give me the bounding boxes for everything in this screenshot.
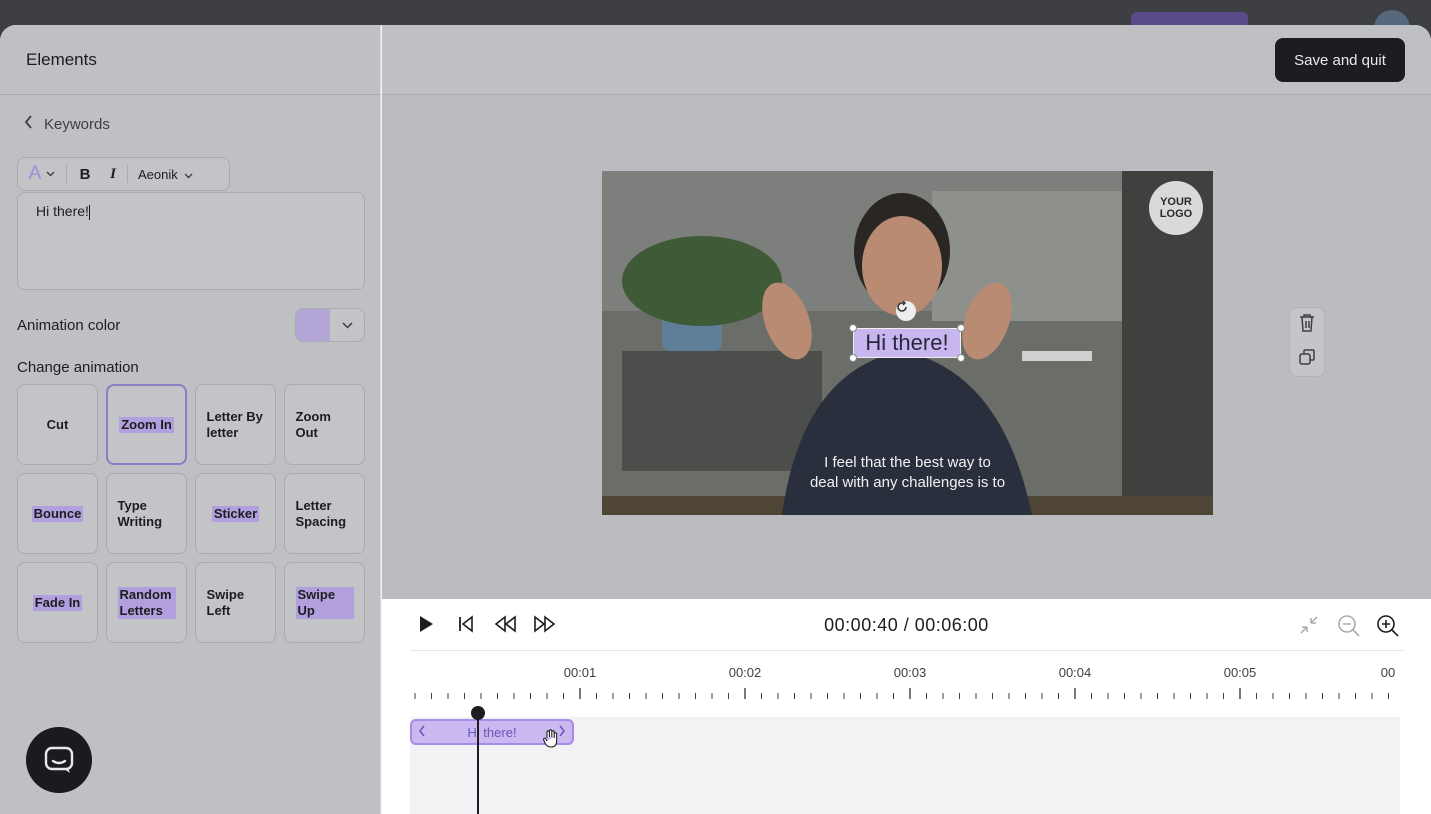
animation-option[interactable]: Zoom In [106, 384, 187, 465]
animation-color-picker[interactable] [295, 308, 365, 342]
clip-label: Hi there! [467, 724, 517, 740]
time-display: 00:00:40 / 00:06:00 [382, 615, 1431, 636]
zoom-out-icon [1338, 615, 1360, 637]
panel-title: Elements [26, 49, 97, 69]
zoom-in-icon [1377, 615, 1399, 637]
animation-option-label: Sticker [211, 505, 260, 522]
animation-option-label: Zoom In [119, 416, 174, 433]
animation-option-label: Zoom Out [295, 408, 331, 440]
animation-option-label: Cut [46, 416, 69, 432]
timeline-divider [410, 650, 1405, 651]
subtitle-line: deal with any challenges is to [809, 474, 1006, 491]
text-color-icon: A [28, 163, 42, 184]
keyword-text-value: Hi there! [36, 203, 89, 219]
animation-color-swatch [296, 309, 330, 341]
animation-option[interactable]: Bounce [17, 473, 98, 554]
ruler-time-label: 00:01 [563, 665, 597, 680]
animation-option[interactable]: Letter Spacing [284, 473, 365, 554]
animation-option[interactable]: Sticker [195, 473, 276, 554]
zoom-out-button[interactable] [1337, 614, 1361, 638]
chat-icon [44, 746, 74, 773]
editor-header [382, 25, 1431, 95]
change-animation-label: Change animation [17, 359, 139, 376]
trash-icon[interactable] [1298, 313, 1316, 338]
resize-handle[interactable] [957, 324, 965, 332]
hand-cursor-icon [542, 729, 558, 748]
ruler-time-label: 00:03 [893, 665, 927, 680]
italic-button[interactable]: I [99, 158, 127, 190]
video-preview[interactable]: YOUR LOGO Hi there! I feel that the best … [602, 171, 1213, 515]
current-time: 00:00:40 [824, 615, 899, 635]
timeline-panel: 00:00:40 / 00:06:00 00:01 00:02 00:03 00:04… [382, 599, 1431, 814]
ruler-time-label: 00 [1380, 665, 1396, 680]
animation-option[interactable]: Swipe Left [195, 562, 276, 643]
animation-option[interactable]: Zoom Out [284, 384, 365, 465]
animation-option-label: Type Writing [117, 497, 163, 529]
animation-option-label: Fade In [32, 594, 83, 611]
resize-handle[interactable] [957, 354, 965, 362]
time-separator: / [898, 615, 915, 635]
chevron-down-icon [46, 169, 55, 180]
element-actions [1289, 307, 1325, 377]
back-link[interactable]: Keywords [24, 115, 110, 134]
background-app-bar [0, 0, 1431, 46]
chevron-down-icon [330, 309, 364, 341]
animation-option-label: Letter Spacing [295, 497, 347, 529]
animation-option-label: Letter By letter [206, 408, 263, 440]
font-name: Aeonik [138, 166, 178, 182]
resize-handle[interactable] [849, 354, 857, 362]
animation-option[interactable]: Random Letters [106, 562, 187, 643]
elements-panel: Elements Keywords A B I Aeonik Hi there!… [0, 25, 381, 814]
playhead[interactable] [477, 713, 479, 814]
ruler-labels: 00:01 00:02 00:03 00:04 00:05 00 [410, 663, 1400, 693]
animation-option-label: Bounce [31, 505, 84, 522]
ruler-time-label: 00:02 [728, 665, 762, 680]
logo-placeholder[interactable]: YOUR LOGO [1149, 181, 1203, 235]
rotate-icon[interactable] [896, 301, 916, 321]
panel-header: Elements [0, 25, 380, 95]
animation-color-label: Animation color [17, 316, 121, 334]
resize-handle[interactable] [849, 324, 857, 332]
keyword-text-input[interactable]: Hi there! [17, 192, 365, 290]
animation-option-label: Swipe Left [206, 586, 245, 618]
text-overlay[interactable]: Hi there! [853, 328, 961, 358]
duplicate-icon[interactable] [1298, 348, 1316, 371]
text-format-toolbar: A B I Aeonik [17, 157, 230, 191]
animation-options-grid: Cut Zoom In Letter By letter Zoom Out Bounce… [17, 384, 367, 643]
back-link-label: Keywords [44, 116, 110, 133]
ruler-time-label: 00:05 [1223, 665, 1257, 680]
save-and-quit-button[interactable]: Save and quit [1275, 38, 1405, 82]
animation-option[interactable]: Cut [17, 384, 98, 465]
fit-timeline-button[interactable] [1298, 614, 1320, 636]
animation-color-row: Animation color [17, 307, 365, 343]
animation-option[interactable]: Fade In [17, 562, 98, 643]
video-subtitle: I feel that the best way to deal with an… [602, 453, 1213, 493]
toolbar-divider [66, 165, 67, 183]
animation-option-label: Random Letters [117, 586, 176, 619]
font-select[interactable]: Aeonik [128, 158, 203, 190]
animation-option[interactable]: Type Writing [106, 473, 187, 554]
chevron-down-icon [184, 167, 193, 182]
subtitle-line: I feel that the best way to [824, 454, 991, 471]
chevron-left-icon [24, 115, 34, 134]
animation-option[interactable]: Letter By letter [195, 384, 276, 465]
ruler-time-label: 00:04 [1058, 665, 1092, 680]
text-color-button[interactable]: A [18, 158, 66, 190]
zoom-in-button[interactable] [1376, 614, 1400, 638]
animation-option[interactable]: Swipe Up [284, 562, 365, 643]
total-time: 00:06:00 [914, 615, 989, 635]
playback-controls: 00:00:40 / 00:06:00 [382, 599, 1431, 651]
clip-trim-left-icon[interactable] [418, 725, 426, 740]
collapse-icon [1300, 616, 1318, 634]
bold-button[interactable]: B [71, 158, 99, 190]
editor-modal: Elements Keywords A B I Aeonik Hi there!… [0, 25, 1431, 814]
support-chat-button[interactable] [26, 727, 92, 793]
animation-option-label: Swipe Up [295, 586, 354, 619]
text-caret [88, 204, 90, 220]
